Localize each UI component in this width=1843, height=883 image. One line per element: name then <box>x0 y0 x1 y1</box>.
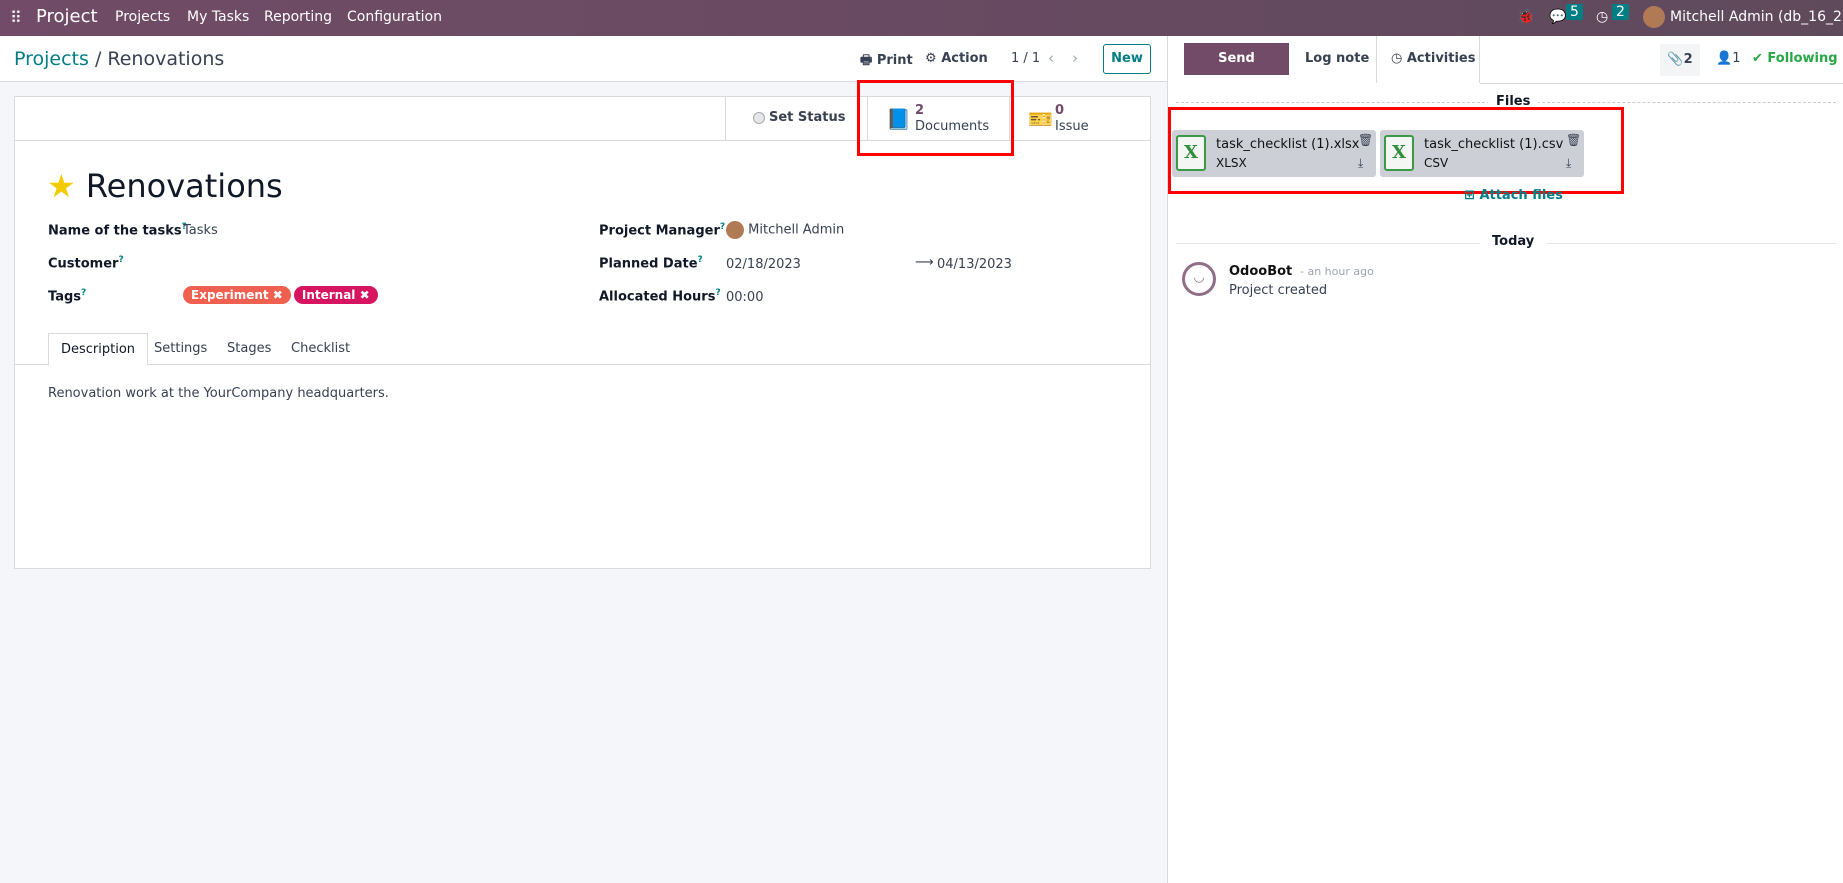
menu-projects[interactable]: Projects <box>115 9 170 25</box>
pager-next-button[interactable]: › <box>1072 49 1078 67</box>
activities-button[interactable]: ◷ Activities <box>1391 51 1475 66</box>
top-navbar: ⠿ Project Projects My Tasks Reporting Co… <box>0 0 1843 36</box>
menu-configuration[interactable]: Configuration <box>347 9 442 25</box>
plus-square-icon: ⊞ <box>1464 188 1475 203</box>
description-text[interactable]: Renovation work at the YourCompany headq… <box>48 386 389 401</box>
manager-avatar <box>726 221 744 239</box>
customer-label: Customer? <box>48 255 124 272</box>
status-circle-icon <box>753 112 765 124</box>
project-title[interactable]: ★ Renovations <box>47 167 283 205</box>
print-button[interactable]: 🖶 Print <box>860 51 913 73</box>
allocated-hours-field[interactable]: 00:00 <box>726 290 763 305</box>
tags-label: Tags? <box>48 288 87 305</box>
planned-end-field[interactable]: 04/13/2023 <box>937 257 1012 272</box>
control-panel: Projects / Renovations 🖶 Print ⚙ Action … <box>0 36 1167 82</box>
planned-start-field[interactable]: 02/18/2023 <box>726 257 801 272</box>
message-author[interactable]: OdooBot <box>1229 264 1292 279</box>
breadcrumb: Projects / Renovations <box>14 48 225 70</box>
breadcrumb-projects[interactable]: Projects <box>14 48 89 70</box>
chatter: Send message Log note ◷ Activities 📎2 👤1… <box>1167 36 1843 883</box>
activities-badge: 2 <box>1612 4 1629 20</box>
attach-files-link[interactable]: ⊞ Attach files <box>1464 188 1563 203</box>
following-button[interactable]: ✔ Following <box>1752 51 1838 66</box>
tag-internal[interactable]: Internal ✖ <box>293 286 378 304</box>
send-message-button[interactable]: Send message <box>1184 43 1289 98</box>
highlight-documents <box>857 80 1014 156</box>
tab-description[interactable]: Description <box>48 333 149 366</box>
today-label: Today <box>1480 234 1547 249</box>
highlight-files <box>1168 107 1624 194</box>
form-sheet: Set Status 📘 2 Documents 🎫 0 Issue ★ Ren… <box>14 96 1151 569</box>
menu-reporting[interactable]: Reporting <box>264 9 332 25</box>
ticket-icon: 🎫 <box>1028 107 1053 131</box>
tab-settings[interactable]: Settings <box>142 333 219 366</box>
log-note-button[interactable]: Log note <box>1305 51 1369 66</box>
tag-experiment[interactable]: Experiment ✖ <box>183 286 291 304</box>
name-of-tasks-field[interactable]: Tasks <box>183 223 218 238</box>
odoobot-avatar: ◡ <box>1182 262 1216 296</box>
user-icon: 👤 <box>1716 51 1733 66</box>
message-time: - an hour ago <box>1300 265 1374 278</box>
followers-button[interactable]: 👤1 <box>1716 51 1740 66</box>
notebook-tabs: Description Settings Stages Checklist <box>15 333 1150 366</box>
project-manager-field[interactable]: Mitchell Admin <box>726 221 844 239</box>
allocated-hours-label: Allocated Hours? <box>599 288 721 305</box>
issue-button[interactable]: 🎫 0 Issue <box>1009 97 1150 141</box>
pager: 1 / 1 <box>1011 51 1041 66</box>
menu-my-tasks[interactable]: My Tasks <box>187 9 249 25</box>
planned-date-label: Planned Date? <box>599 255 703 272</box>
paperclip-icon: 📎 <box>1667 52 1684 67</box>
debug-icon[interactable]: 🐞 <box>1517 9 1534 25</box>
tab-checklist[interactable]: Checklist <box>279 333 362 366</box>
project-manager-label: Project Manager? <box>599 222 726 239</box>
new-button[interactable]: New <box>1103 44 1151 74</box>
tab-stages[interactable]: Stages <box>215 333 283 366</box>
messages-icon[interactable]: 💬 <box>1549 9 1566 25</box>
customer-field[interactable] <box>183 252 543 274</box>
breadcrumb-current: Renovations <box>107 48 225 70</box>
favorite-star-icon[interactable]: ★ <box>47 167 76 205</box>
attachments-button[interactable]: 📎2 <box>1660 44 1700 76</box>
tags-field[interactable]: Experiment ✖ Internal ✖ <box>183 286 381 304</box>
action-button[interactable]: ⚙ Action <box>925 51 988 66</box>
user-menu[interactable]: Mitchell Admin (db_16_221) <box>1670 9 1843 25</box>
activities-icon[interactable]: ◷ <box>1596 9 1608 25</box>
chatter-header-line <box>1480 83 1843 84</box>
messages-badge: 5 <box>1566 4 1583 20</box>
arrow-right-icon: ⟶ <box>915 255 934 270</box>
pager-prev-button[interactable]: ‹ <box>1048 49 1054 67</box>
name-of-tasks-label: Name of the tasks? <box>48 222 187 239</box>
set-status-button[interactable]: Set Status <box>725 97 867 141</box>
apps-menu-icon[interactable]: ⠿ <box>10 8 22 27</box>
avatar[interactable] <box>1643 6 1665 28</box>
app-name[interactable]: Project <box>36 6 98 27</box>
message-body: Project created <box>1229 283 1328 298</box>
